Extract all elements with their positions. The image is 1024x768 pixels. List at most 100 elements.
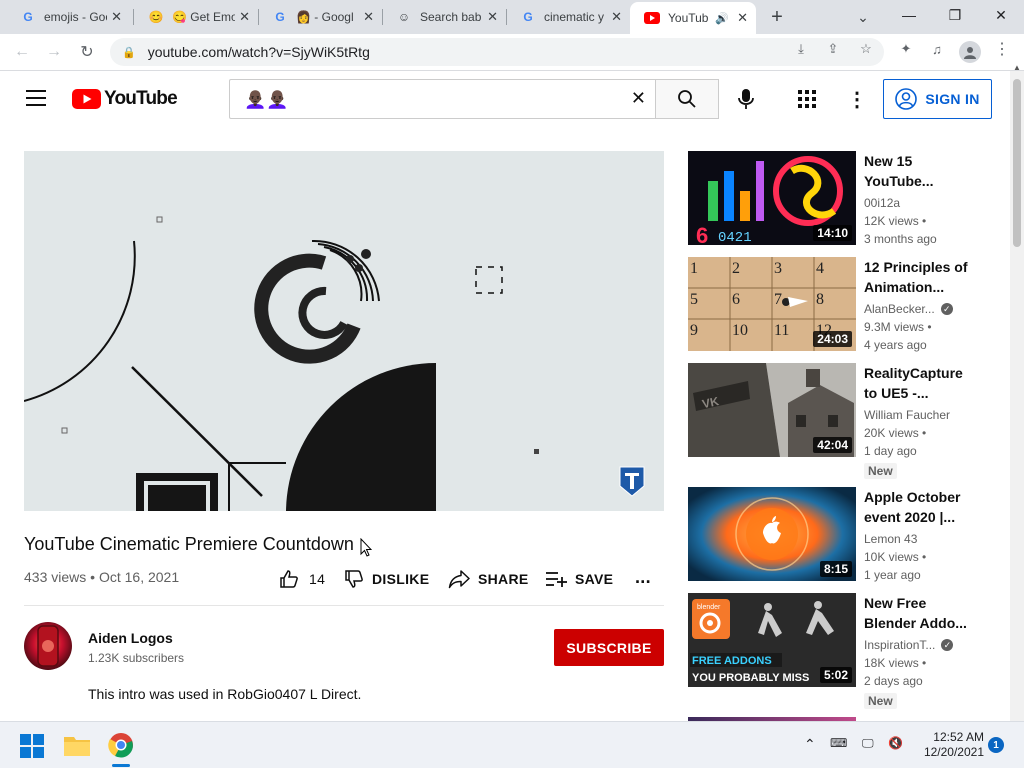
video-thumbnail[interactable]: blender FREE ADDONS YOU PROBABLY MISS 5:…	[688, 593, 856, 687]
more-actions-button[interactable]: ...	[635, 566, 651, 588]
chrome-icon[interactable]	[108, 732, 134, 763]
save-button[interactable]: SAVE	[545, 568, 613, 590]
recommended-video[interactable]: 123456789101112 24:03 12 Principles of A…	[688, 257, 988, 357]
youtube-logo[interactable]: YouTube	[72, 88, 178, 110]
close-tab-icon[interactable]: ✕	[363, 9, 374, 25]
video-thumbnail[interactable]: 8:15	[688, 487, 856, 581]
restore-button[interactable]: ❐	[932, 0, 978, 30]
minimize-button[interactable]: —	[886, 0, 932, 30]
voice-search-icon[interactable]	[738, 89, 754, 114]
clear-search-icon[interactable]: ✕	[631, 88, 646, 109]
windows-taskbar: ⌃ ⌨ 🖵 🔇 12:52 AM 12/20/2021 1	[0, 721, 1024, 768]
video-description: This intro was used in RobGio0407 L Dire…	[88, 686, 362, 702]
video-thumbnail[interactable]: 123456789101112 24:03	[688, 257, 856, 351]
upload-date: Oct 16, 2021	[98, 569, 180, 585]
recommended-video[interactable]: 6 0421 14:10 New 15 YouTube... 00i12a 12…	[688, 151, 988, 251]
show-hidden-icons-icon[interactable]: ⌃	[804, 736, 816, 753]
subscribe-button[interactable]: SUBSCRIBE	[554, 629, 664, 666]
close-tab-icon[interactable]: ✕	[239, 9, 250, 25]
extensions-icon[interactable]: ✦	[897, 40, 915, 58]
svg-text:9: 9	[690, 322, 698, 339]
bookmark-star-icon[interactable]: ☆	[857, 40, 875, 58]
dislike-button[interactable]: DISLIKE	[344, 568, 429, 590]
keyboard-icon[interactable]: ⌨	[830, 736, 847, 750]
recommended-title[interactable]: New Free Blender Addo...	[864, 593, 974, 633]
recommended-title[interactable]: RealityCapture to UE5 -...	[864, 363, 974, 403]
svg-text:11: 11	[774, 322, 789, 339]
browser-tab[interactable]: G cinematic y ✕	[506, 0, 630, 34]
reload-button[interactable]: ↻	[75, 40, 99, 64]
share-button[interactable]: SHARE	[448, 568, 529, 590]
video-duration: 14:10	[813, 225, 852, 241]
browser-tab[interactable]: G 👩 - Googl ✕	[258, 0, 382, 34]
notification-badge[interactable]: 1	[988, 737, 1004, 753]
video-duration: 24:03	[813, 331, 852, 347]
recommended-video[interactable]: VK 42:04 RealityCapture to UE5 -... Will…	[688, 363, 988, 481]
svg-text:3: 3	[774, 260, 782, 277]
system-clock[interactable]: 12:52 AM 12/20/2021	[904, 730, 984, 760]
profile-avatar-icon[interactable]	[959, 41, 981, 63]
close-window-button[interactable]: ✕	[978, 0, 1024, 30]
video-player[interactable]	[24, 151, 664, 511]
video-duration: 42:04	[813, 437, 852, 453]
back-button[interactable]: ←	[10, 40, 34, 64]
network-icon[interactable]: 🖵	[862, 736, 874, 751]
close-tab-icon[interactable]: ✕	[487, 9, 498, 25]
scroll-up-arrow-icon[interactable]: ▲	[1013, 63, 1021, 72]
share-page-icon[interactable]: ⇪	[824, 40, 842, 58]
svg-text:4: 4	[816, 260, 824, 277]
search-input[interactable]: 👩🏿‍🦲👩🏿‍🦲 ✕	[229, 79, 656, 119]
youtube-icon	[644, 10, 660, 26]
recommended-age: 2 days ago	[864, 674, 923, 688]
recommended-title[interactable]: 12 Principles of Animation...	[864, 257, 974, 297]
avatar-image	[37, 625, 59, 667]
install-app-icon[interactable]: ⤓	[792, 40, 810, 58]
tab-search-icon[interactable]: ⌄	[852, 6, 874, 28]
page-scrollbar[interactable]: ▲	[1010, 63, 1024, 728]
video-thumbnail[interactable]: 6 0421 14:10	[688, 151, 856, 245]
media-control-icon[interactable]: ♫	[928, 40, 946, 58]
scrollbar-thumb[interactable]	[1013, 79, 1021, 247]
close-tab-icon[interactable]: ✕	[111, 9, 122, 25]
address-bar[interactable]: 🔒 youtube.com/watch?v=SjyWiK5tRtg	[110, 38, 884, 66]
recommended-video[interactable]: 8:15 Apple October event 2020 |... Lemon…	[688, 487, 988, 587]
recommended-age: 1 day ago	[864, 444, 917, 458]
close-tab-icon[interactable]: ✕	[737, 10, 748, 26]
recommended-video[interactable]: blender FREE ADDONS YOU PROBABLY MISS 5:…	[688, 593, 988, 711]
subscriber-count: 1.23K subscribers	[88, 651, 185, 665]
lock-icon[interactable]: 🔒	[122, 46, 136, 59]
recommended-title[interactable]: New 15 YouTube...	[864, 151, 974, 191]
verified-badge-icon: ✓	[941, 639, 954, 651]
new-tab-button[interactable]: +	[766, 6, 788, 28]
browser-menu-icon[interactable]: ⋮	[993, 40, 1011, 58]
recommended-title[interactable]: Apple October event 2020 |...	[864, 487, 974, 527]
channel-avatar[interactable]	[24, 622, 72, 670]
like-count: 14	[309, 571, 326, 587]
emoji-icon: 😊	[148, 10, 164, 24]
video-thumbnail[interactable]: VK 42:04	[688, 363, 856, 457]
forward-button[interactable]: →	[42, 40, 66, 64]
volume-muted-icon[interactable]: 🔇	[888, 736, 903, 750]
search-button[interactable]	[655, 79, 719, 119]
new-badge: New	[864, 463, 897, 479]
browser-tab[interactable]: G emojis - Goo ✕	[6, 0, 130, 34]
channel-name[interactable]: Aiden Logos	[88, 630, 173, 646]
browser-tab[interactable]: 😊 😋 Get Emo ✕	[134, 0, 258, 34]
close-tab-icon[interactable]: ✕	[611, 9, 622, 25]
browser-tab[interactable]: ☺ Search bab ✕	[382, 0, 506, 34]
youtube-play-icon	[72, 89, 101, 109]
like-button[interactable]: 14	[279, 568, 325, 590]
windows-start-icon[interactable]	[20, 734, 44, 763]
settings-more-icon[interactable]: ⋮	[847, 87, 867, 112]
browser-tab-active[interactable]: YouTub 🔊 ✕	[630, 2, 756, 34]
divider	[24, 605, 664, 606]
sign-in-button[interactable]: SIGN IN	[883, 79, 992, 119]
video-duration: 5:02	[819, 667, 852, 683]
recommended-age: 3 months ago	[864, 232, 937, 246]
speaker-icon[interactable]: 🔊	[715, 12, 729, 25]
svg-text:10: 10	[732, 322, 748, 339]
hamburger-menu-icon[interactable]	[26, 90, 46, 106]
verified-badge-icon: ✓	[940, 303, 953, 315]
file-explorer-icon[interactable]	[64, 734, 90, 761]
apps-grid-icon[interactable]	[798, 90, 816, 113]
